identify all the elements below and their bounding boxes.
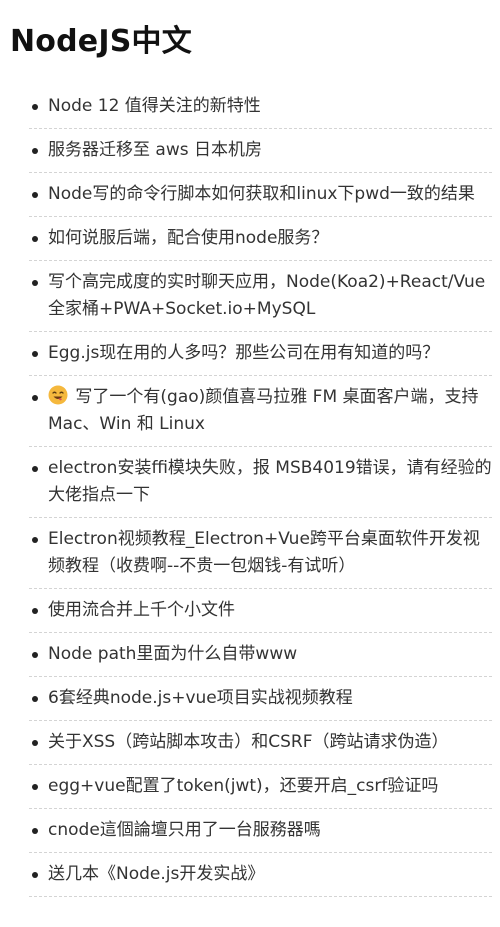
topic-link[interactable]: 写了一个有(gao)颜值喜马拉雅 FM 桌面客户端，支持 Mac、Win 和 L… (48, 387, 479, 434)
list-item[interactable]: 写了一个有(gao)颜值喜马拉雅 FM 桌面客户端，支持 Mac、Win 和 L… (29, 376, 492, 447)
list-item[interactable]: Node path里面为什么自带www (29, 633, 492, 677)
list-item[interactable]: egg+vue配置了token(jwt)，还要开启_csrf验证吗 (29, 765, 492, 809)
list-item[interactable]: Egg.js现在用的人多吗？那些公司在用有知道的吗？ (29, 332, 492, 376)
bullet-icon (32, 828, 38, 834)
list-item[interactable]: Electron视频教程_Electron+Vue跨平台桌面软件开发视频教程（收… (29, 518, 492, 589)
bullet-icon (32, 148, 38, 154)
list-item[interactable]: cnode這個論壇只用了一台服務器嗎 (29, 809, 492, 853)
topic-link[interactable]: cnode這個論壇只用了一台服務器嗎 (48, 820, 321, 840)
topic-link[interactable]: Electron视频教程_Electron+Vue跨平台桌面软件开发视频教程（收… (48, 529, 480, 576)
bullet-icon (32, 466, 38, 472)
topic-link[interactable]: Egg.js现在用的人多吗？那些公司在用有知道的吗？ (48, 343, 439, 363)
list-item[interactable]: 关于XSS（跨站脚本攻击）和CSRF（跨站请求伪造） (29, 721, 492, 765)
bullet-icon (32, 104, 38, 110)
topic-link[interactable]: 如何说服后端，配合使用node服务？ (48, 228, 328, 248)
page-title: NodeJS中文 (10, 24, 192, 59)
topic-link[interactable]: electron安装ffi模块失败，报 MSB4019错误，请有经验的大佬指点一… (48, 458, 492, 505)
bullet-icon (32, 351, 38, 357)
list-item[interactable]: 使用流合并上千个小文件 (29, 589, 492, 633)
page: NodeJS中文 Node 12 值得关注的新特性 服务器迁移至 aws 日本机… (0, 0, 500, 927)
topic-link[interactable]: Node path里面为什么自带www (48, 644, 297, 664)
list-item[interactable]: electron安装ffi模块失败，报 MSB4019错误，请有经验的大佬指点一… (29, 447, 492, 518)
bullet-icon (32, 236, 38, 242)
topic-list: Node 12 值得关注的新特性 服务器迁移至 aws 日本机房 Node写的命… (29, 85, 492, 897)
bullet-icon (32, 652, 38, 658)
list-item[interactable]: 6套经典node.js+vue项目实战视频教程 (29, 677, 492, 721)
topic-link[interactable]: 送几本《Node.js开发实战》 (48, 864, 264, 884)
bullet-icon (32, 872, 38, 878)
list-item[interactable]: 写个高完成度的实时聊天应用，Node(Koa2)+React/Vue全家桶+PW… (29, 261, 492, 332)
list-item[interactable]: 服务器迁移至 aws 日本机房 (29, 129, 492, 173)
bullet-icon (32, 280, 38, 286)
bullet-icon (32, 608, 38, 614)
bullet-icon (32, 395, 38, 401)
list-item[interactable]: Node写的命令行脚本如何获取和linux下pwd一致的结果 (29, 173, 492, 217)
topic-link[interactable]: 服务器迁移至 aws 日本机房 (48, 140, 262, 160)
topic-link[interactable]: 6套经典node.js+vue项目实战视频教程 (48, 688, 353, 708)
list-item[interactable]: Node 12 值得关注的新特性 (29, 85, 492, 129)
bullet-icon (32, 784, 38, 790)
topic-link[interactable]: Node 12 值得关注的新特性 (48, 96, 261, 116)
smiling-face-emoji-icon (48, 385, 68, 405)
bullet-icon (32, 192, 38, 198)
list-item[interactable]: 如何说服后端，配合使用node服务？ (29, 217, 492, 261)
topic-link[interactable]: Node写的命令行脚本如何获取和linux下pwd一致的结果 (48, 184, 475, 204)
topic-link[interactable]: 写个高完成度的实时聊天应用，Node(Koa2)+React/Vue全家桶+PW… (48, 272, 485, 319)
topic-link[interactable]: egg+vue配置了token(jwt)，还要开启_csrf验证吗 (48, 776, 438, 796)
topic-link[interactable]: 使用流合并上千个小文件 (48, 600, 235, 620)
bullet-icon (32, 740, 38, 746)
list-item[interactable]: 送几本《Node.js开发实战》 (29, 853, 492, 897)
bullet-icon (32, 537, 38, 543)
topic-link[interactable]: 关于XSS（跨站脚本攻击）和CSRF（跨站请求伪造） (48, 732, 448, 752)
bullet-icon (32, 696, 38, 702)
